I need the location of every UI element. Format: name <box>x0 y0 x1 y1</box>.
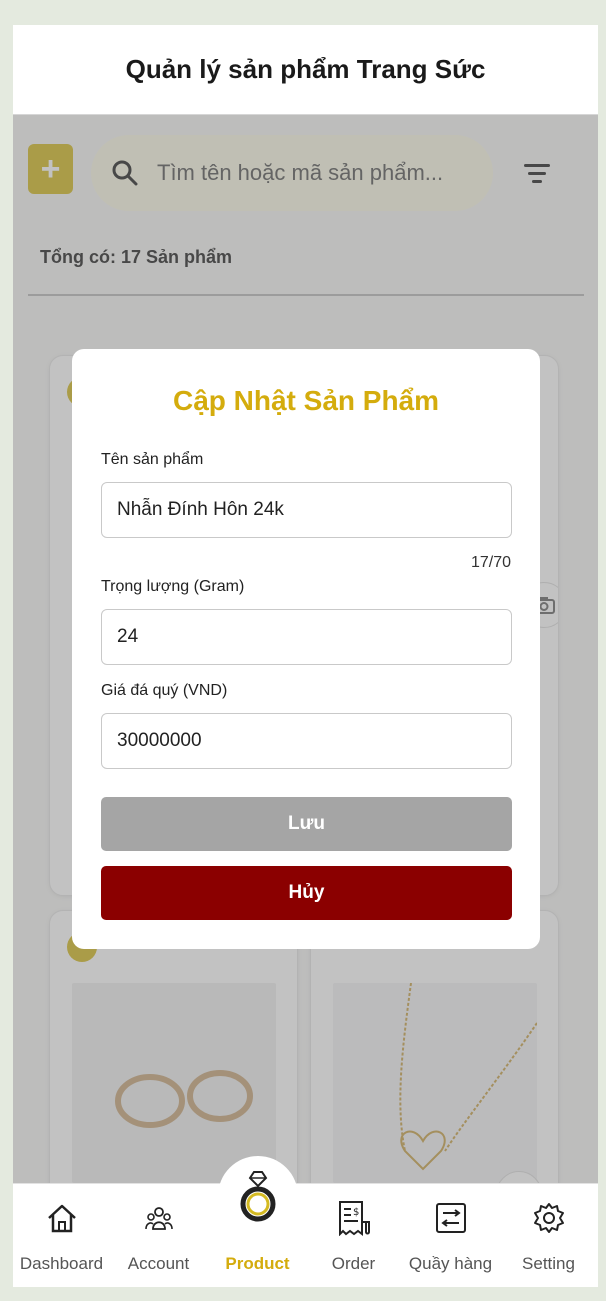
app-header: Quản lý sản phẩm Trang Sức <box>13 25 598 115</box>
price-input[interactable]: 30000000 <box>101 713 512 769</box>
update-product-dialog: Cập Nhật Sản Phẩm Tên sản phẩm Nhẫn Đính… <box>72 349 540 949</box>
tab-quay-hang[interactable]: Quầy hàng <box>402 1184 499 1287</box>
tab-label: Product <box>225 1254 290 1273</box>
weight-input[interactable]: 24 <box>101 609 512 665</box>
tab-account[interactable]: Account <box>110 1184 207 1287</box>
dialog-title: Cập Nhật Sản Phẩm <box>172 385 440 416</box>
home-icon <box>46 1200 78 1236</box>
tab-setting[interactable]: Setting <box>500 1184 597 1287</box>
counter-icon <box>435 1200 467 1236</box>
weight-label: Trọng lượng (Gram) <box>101 578 245 595</box>
users-icon <box>144 1200 173 1236</box>
cancel-button[interactable]: Hủy <box>101 866 512 920</box>
save-button[interactable]: Lưu <box>101 797 512 851</box>
receipt-icon: $ <box>336 1200 372 1236</box>
page-title: Quản lý sản phẩm Trang Sức <box>125 54 486 84</box>
price-label: Giá đá quý (VND) <box>101 682 228 699</box>
tab-label: Account <box>127 1254 190 1273</box>
gear-icon <box>533 1200 565 1236</box>
product-name-input[interactable]: Nhẫn Đính Hôn 24k <box>101 482 512 538</box>
tab-label: Dashboard <box>19 1254 104 1273</box>
tab-dashboard[interactable]: Dashboard <box>13 1184 110 1287</box>
tab-label: Quầy hàng <box>408 1254 493 1273</box>
character-counter: 17/70 <box>470 554 511 571</box>
tab-label: Setting <box>522 1254 575 1273</box>
app-frame: Quản lý sản phẩm Trang Sức + Tìm tên hoặ… <box>13 25 598 1287</box>
svg-text:$: $ <box>353 1207 359 1218</box>
tab-product[interactable]: Product <box>209 1171 306 1287</box>
tab-label: Order <box>331 1254 376 1273</box>
name-label: Tên sản phẩm <box>101 451 204 468</box>
tab-order[interactable]: $ Order <box>305 1184 402 1287</box>
bottom-tab-bar: Dashboard Account Product $ Order Quầy h… <box>13 1156 598 1287</box>
ring-icon <box>238 1168 278 1224</box>
